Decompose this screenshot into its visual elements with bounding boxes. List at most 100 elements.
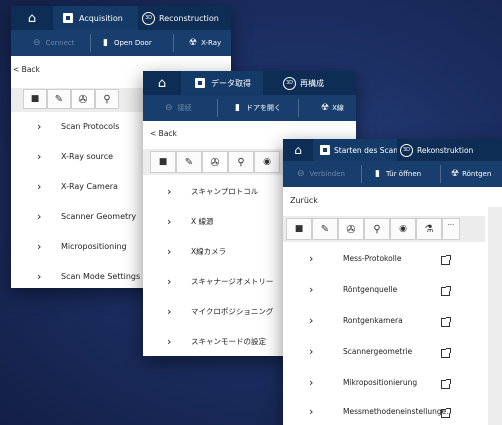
chevron-right-icon: › [309,405,314,418]
door-icon: ▮ [103,38,108,48]
home-tab[interactable]: ⌂ [283,139,313,161]
pencil-icon: ✎ [54,93,64,105]
external-link-icon[interactable] [441,286,451,296]
aperture-icon: ✇ [346,222,356,236]
chevron-right-icon: › [309,252,314,265]
view-button[interactable]: ◉ [390,218,416,240]
folder-icon: ■ [158,157,168,167]
icon-toolbar: ■ ✎ ✇ ⚲ ◉ ⚗ ··· [286,218,460,240]
external-link-icon[interactable] [441,379,451,389]
settings-button[interactable]: ✇ [71,89,95,109]
list-item-xray-source[interactable]: › X-Ray source [37,150,113,163]
search-button[interactable]: ⚲ [228,151,254,173]
list-item-xray-camera[interactable]: › X-Ray Camera [37,180,118,193]
external-link-icon[interactable] [441,317,451,327]
back-link[interactable]: Zurück [290,196,318,205]
list-item-micropositioning[interactable]: › マイクロポジショニング [167,305,273,318]
icon-toolbar: ■ ✎ ✇ ⚲ ◉ [150,151,280,173]
divider [217,99,218,117]
folder-button[interactable]: ■ [150,151,176,173]
list-item-scanner-geometry[interactable]: › スキャナージオメトリー [167,275,273,288]
list-item-scan-mode-settings[interactable]: › スキャンモードの設定 [167,335,266,348]
list-item-xray-source[interactable]: › Röntgenquelle [309,283,397,296]
list-item-scanner-geometry[interactable]: › Scanner Geometry [37,210,136,223]
acquisition-tab[interactable]: データ取得 [181,71,263,95]
eye-icon: ◉ [399,224,407,234]
reconstruction-tab[interactable]: 3D Reconstruction [138,6,231,30]
list-item-micropositioning[interactable]: › Micropositioning [37,240,127,253]
german-panel: ⌂ Starten des Scans 3D Rekonstruktion ⊖ … [283,139,502,425]
list-item-label: Rontgenkamera [343,316,403,325]
list-item-label: X-Ray source [61,152,114,161]
list-item-xray-camera[interactable]: › Rontgenkamera [309,314,403,327]
folder-button[interactable]: ■ [23,89,47,109]
search-button[interactable]: ⚲ [364,218,390,240]
xray-button[interactable]: ☢ Röntgen [451,161,502,187]
list-item-scan-protocols[interactable]: › スキャンプロトコル [167,185,258,198]
list-item-scanner-geometry[interactable]: › Scannergeometrie [309,345,412,358]
settings-button[interactable]: ✇ [338,218,364,240]
edit-button[interactable]: ✎ [312,218,338,240]
door-icon: ▮ [235,103,240,113]
open-door-button[interactable]: ▮ Tür öffnen [375,161,437,187]
chevron-right-icon: › [167,215,172,228]
search-button[interactable]: ⚲ [95,89,119,109]
acquisition-tab-label: データ取得 [211,78,251,88]
home-tab[interactable]: ⌂ [11,6,53,30]
folder-icon: ■ [294,224,304,234]
home-tab[interactable]: ⌂ [143,71,181,95]
link-icon: ⊖ [165,103,173,113]
door-icon: ▮ [375,169,380,179]
radiation-icon: ☢ [189,38,198,48]
list-item-xray-camera[interactable]: › X線カメラ [167,245,226,258]
chevron-right-icon: › [37,210,42,223]
external-link-icon[interactable] [441,348,451,358]
xray-label: X線 [332,104,344,112]
aperture-icon: ✇ [210,155,220,169]
connect-button[interactable]: ⊖ 接続 [165,95,215,121]
list-item-scan-protocols[interactable]: › Scan Protocols [37,120,119,133]
list-item-label: Scanner Geometry [61,212,137,221]
list-item-label: Messmethodeneinstellungen [343,407,451,416]
radiation-icon: ☢ [451,169,460,179]
xray-button[interactable]: ☢ X線 [321,95,356,121]
chevron-right-icon: › [37,150,42,163]
divider [440,165,441,183]
acquisition-tab[interactable]: Acquisition [53,6,138,30]
reconstruction-3d-icon: 3D [142,11,155,25]
connect-button[interactable]: ⊖ Verbinden [297,161,357,187]
list-item-scan-mode-settings[interactable]: › Scan Mode Settings [37,270,140,283]
edit-button[interactable]: ✎ [47,89,71,109]
connect-button[interactable]: ⊖ Connect [33,30,93,56]
main-tab-bar: ⌂ データ取得 3D 再構成 [143,71,356,95]
list-item-scan-protocols[interactable]: › Mess-Protokolle [309,252,401,265]
reconstruction-3d-icon: 3D [283,76,296,90]
more-button[interactable]: ··· [442,218,460,240]
external-link-icon[interactable] [441,255,451,265]
pencil-icon: ✎ [320,223,330,235]
connect-label: Connect [45,39,75,47]
open-door-button[interactable]: ▮ Open Door [103,30,173,56]
edit-button[interactable]: ✎ [176,151,202,173]
settings-button[interactable]: ✇ [202,151,228,173]
lab-button[interactable]: ⚗ [416,218,442,240]
list-item-xray-source[interactable]: › X 線源 [167,215,214,228]
list-item-label: Mess-Protokolle [343,254,402,263]
acquisition-tab[interactable]: Starten des Scans [313,139,397,161]
home-icon: ⌂ [157,75,167,91]
reconstruction-tab[interactable]: 3D 再構成 [263,71,356,95]
open-door-button[interactable]: ▮ ドアを開く [235,95,295,121]
chevron-right-icon: › [167,305,172,318]
external-link-icon[interactable] [441,408,451,418]
reconstruction-tab[interactable]: 3D Rekonstruktion [397,139,502,161]
reconstruction-tab-label: Rekonstruktion [417,145,474,155]
view-button[interactable]: ◉ [254,151,280,173]
folder-button[interactable]: ■ [286,218,312,240]
list-item-micropositioning[interactable]: › Mikropositionierung [309,376,417,389]
list-item-scan-mode-settings[interactable]: › Messmethodeneinstellungen [309,405,451,418]
back-link[interactable]: < Back [13,65,40,74]
xray-button[interactable]: ☢ X-Ray [189,30,231,56]
eye-icon: ◉ [263,157,271,167]
back-link[interactable]: < Back [150,129,177,138]
open-door-label: Tür öffnen [385,170,422,178]
